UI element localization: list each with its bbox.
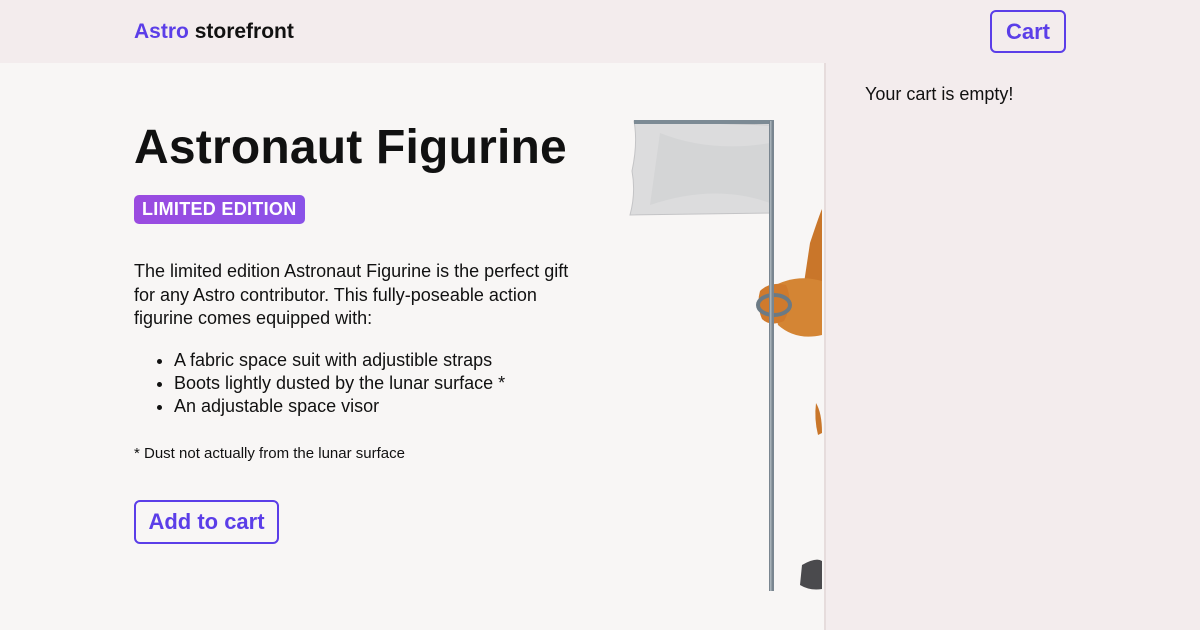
product-main: Astronaut Figurine LIMITED EDITION The l…	[0, 63, 822, 630]
feature-item: Boots lightly dusted by the lunar surfac…	[174, 372, 594, 395]
product-description: The limited edition Astronaut Figurine i…	[134, 261, 569, 328]
brand-name-text: storefront	[194, 20, 294, 43]
cart-panel: Your cart is empty!	[824, 63, 1200, 630]
limited-edition-badge: LIMITED EDITION	[134, 195, 305, 224]
feature-list: A fabric space suit with adjustible stra…	[174, 349, 594, 418]
feature-item: A fabric space suit with adjustible stra…	[174, 349, 594, 372]
product-title: Astronaut Figurine	[134, 121, 567, 174]
brand-accent-text: Astro	[134, 20, 189, 43]
feature-item: An adjustable space visor	[174, 395, 594, 418]
cart-empty-message: Your cart is empty!	[865, 84, 1014, 104]
top-navigation-bar: Astro storefront Cart	[0, 0, 1200, 63]
add-to-cart-button[interactable]: Add to cart	[134, 500, 279, 544]
brand-logo[interactable]: Astro storefront	[134, 19, 294, 45]
astronaut-figurine-image	[629, 120, 822, 591]
footnote: * Dust not actually from the lunar surfa…	[134, 445, 405, 462]
cart-button[interactable]: Cart	[990, 10, 1066, 53]
